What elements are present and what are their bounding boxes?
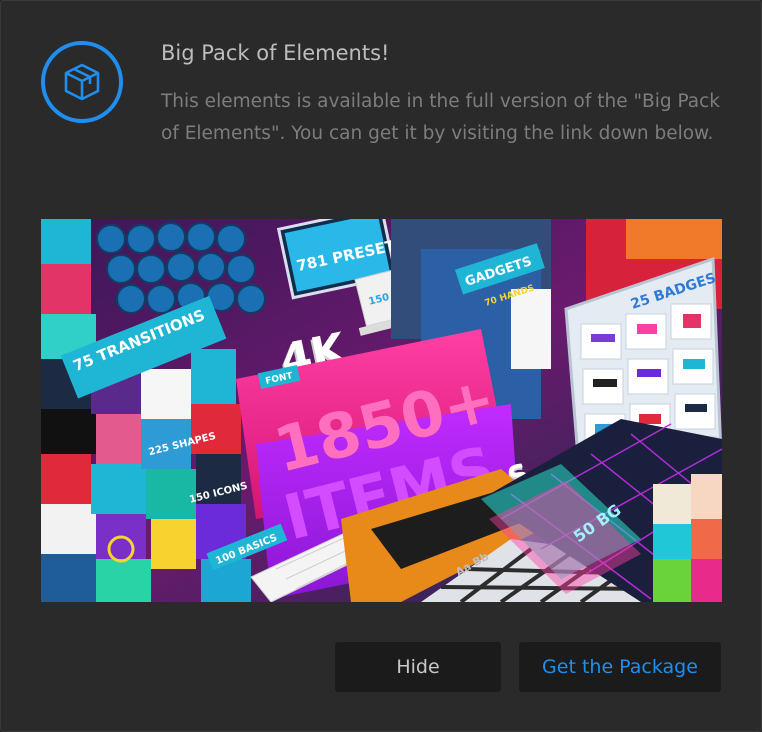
promo-banner-image: 75 TRANSITIONS 781 PRESETS 150 TITLES xyxy=(41,219,722,602)
dialog-title: Big Pack of Elements! xyxy=(161,41,390,65)
elements-dialog: Big Pack of Elements! This elements is a… xyxy=(0,0,762,732)
dialog-description: This elements is available in the full v… xyxy=(161,91,721,144)
hide-button[interactable]: Hide xyxy=(335,642,501,692)
get-package-button[interactable]: Get the Package xyxy=(519,642,721,692)
cube-stack-right xyxy=(653,474,722,602)
package-box-icon xyxy=(41,41,123,123)
round-buttons-grid xyxy=(96,222,266,314)
